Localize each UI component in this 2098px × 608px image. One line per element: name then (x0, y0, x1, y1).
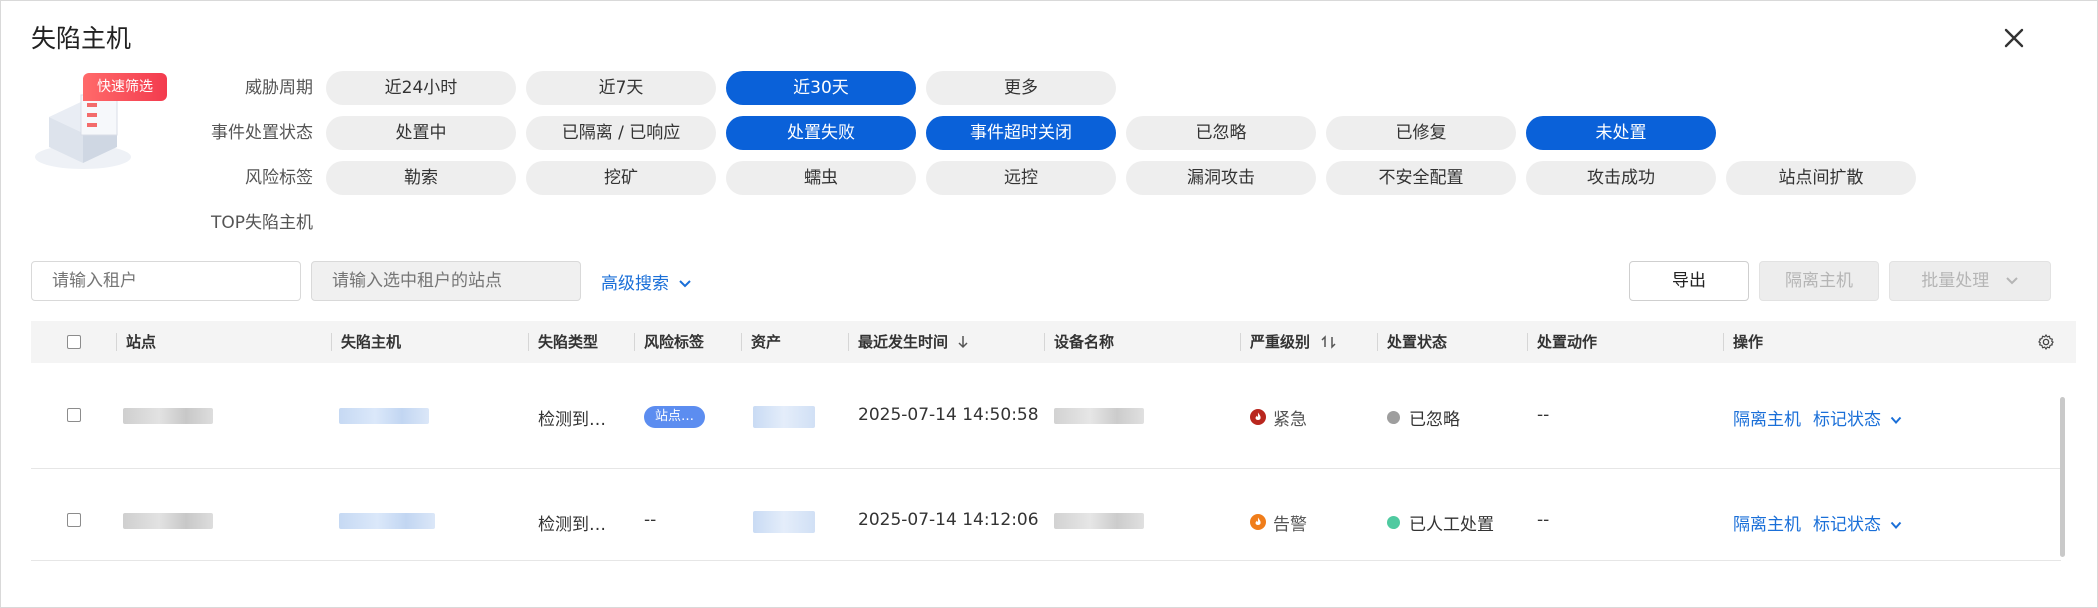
close-icon[interactable] (1999, 23, 2029, 53)
risk-tag-value: -- (644, 510, 657, 530)
filter-label: TOP失陷主机 (210, 213, 313, 233)
status-label: 已人工处置 (1409, 515, 1494, 535)
column-risk-tag[interactable]: 风险标签 (644, 321, 704, 363)
redacted-device-name (1054, 513, 1144, 529)
compromise-type: 检测到… (538, 515, 606, 535)
chevron-down-icon (679, 280, 692, 288)
status-label: 已忽略 (1409, 410, 1460, 430)
filter-option-timeout-closed[interactable]: 事件超时关闭 (926, 116, 1116, 150)
filter-label: 事件处置状态 (211, 123, 313, 143)
chevron-down-icon (1891, 416, 1902, 424)
filter-label: 威胁周期 (245, 78, 313, 98)
table-row[interactable]: 检测到… -- 2025-07-14 14:12:06 告警 已人工处置 -- … (31, 469, 2061, 561)
action-value: -- (1537, 510, 1550, 530)
latest-time: 2025-07-14 14:50:58 (858, 405, 1039, 425)
redacted-host-link[interactable] (339, 408, 429, 424)
tenant-input[interactable] (31, 261, 301, 301)
filter-option-24h[interactable]: 近24小时 (326, 71, 516, 105)
site-input[interactable] (311, 261, 581, 301)
batch-process-label: 批量处理 (1921, 271, 1990, 291)
export-button[interactable]: 导出 (1629, 261, 1749, 301)
severity-label: 告警 (1273, 515, 1307, 535)
isolate-host-link[interactable]: 隔离主机 (1733, 510, 1801, 535)
mark-status-link[interactable]: 标记状态 (1813, 510, 1902, 535)
batch-process-button[interactable]: 批量处理 (1889, 261, 2051, 301)
risk-tag-badge: 站点… (644, 406, 706, 428)
compromise-type: 检测到… (538, 410, 606, 430)
status-dot (1387, 516, 1400, 529)
filter-option-fixed[interactable]: 已修复 (1326, 116, 1516, 150)
sort-desc-icon (958, 336, 968, 349)
redacted-host-link[interactable] (339, 513, 435, 529)
select-all-checkbox[interactable] (67, 335, 81, 349)
fire-icon (1250, 514, 1266, 530)
redacted-site (123, 408, 213, 424)
advanced-search-label: 高级搜索 (601, 274, 669, 294)
isolate-host-link[interactable]: 隔离主机 (1733, 405, 1801, 430)
dialog-title: 失陷主机 (31, 24, 132, 53)
redacted-asset (753, 406, 815, 428)
column-device-name[interactable]: 设备名称 (1054, 321, 1114, 363)
filter-option-unhandled[interactable]: 未处置 (1526, 116, 1716, 150)
column-site[interactable]: 站点 (126, 321, 156, 363)
filter-option-ignored[interactable]: 已忽略 (1126, 116, 1316, 150)
filter-option-30d[interactable]: 近30天 (726, 71, 916, 105)
filter-option-cross-site-spread[interactable]: 站点间扩散 (1726, 161, 1916, 195)
status-dot (1387, 411, 1400, 424)
mark-status-link[interactable]: 标记状态 (1813, 405, 1902, 430)
redacted-site (123, 513, 213, 529)
sort-icon (1321, 335, 1336, 349)
column-latest-time[interactable]: 最近发生时间 (858, 321, 969, 363)
column-type[interactable]: 失陷类型 (538, 321, 598, 363)
filter-option-failed[interactable]: 处置失败 (726, 116, 916, 150)
filter-option-mining[interactable]: 挖矿 (526, 161, 716, 195)
table-row[interactable]: 检测到… 站点… 2025-07-14 14:50:58 紧急 已忽略 -- 隔… (31, 363, 2061, 469)
advanced-search-link[interactable]: 高级搜索 (601, 269, 692, 294)
filter-option-remote-control[interactable]: 远控 (926, 161, 1116, 195)
row-checkbox[interactable] (67, 513, 81, 527)
column-asset[interactable]: 资产 (751, 321, 781, 363)
filter-option-worm[interactable]: 蠕虫 (726, 161, 916, 195)
row-checkbox[interactable] (67, 408, 81, 422)
filter-label: 风险标签 (245, 168, 313, 188)
table-header: 站点 失陷主机 失陷类型 风险标签 资产 最近发生时间 设备名称 严重级别 处置… (31, 321, 2076, 363)
gear-icon[interactable] (2037, 333, 2055, 351)
vertical-scrollbar[interactable] (2060, 397, 2065, 557)
column-host[interactable]: 失陷主机 (341, 321, 401, 363)
chevron-down-icon (1891, 521, 1902, 529)
filter-option-more[interactable]: 更多 (926, 71, 1116, 105)
action-value: -- (1537, 405, 1550, 425)
column-action[interactable]: 处置动作 (1537, 321, 1597, 363)
column-operation[interactable]: 操作 (1733, 321, 1763, 363)
filter-option-attack-success[interactable]: 攻击成功 (1526, 161, 1716, 195)
column-severity[interactable]: 严重级别 (1250, 321, 1337, 363)
filter-option-isolated[interactable]: 已隔离 / 已响应 (526, 116, 716, 150)
isolate-host-button[interactable]: 隔离主机 (1759, 261, 1879, 301)
column-status[interactable]: 处置状态 (1387, 321, 1447, 363)
redacted-asset (753, 511, 815, 533)
fire-icon (1250, 409, 1266, 425)
severity-label: 紧急 (1273, 410, 1307, 430)
filter-option-exploit[interactable]: 漏洞攻击 (1126, 161, 1316, 195)
filter-option-insecure-config[interactable]: 不安全配置 (1326, 161, 1516, 195)
filter-option-in-progress[interactable]: 处置中 (326, 116, 516, 150)
filter-option-7d[interactable]: 近7天 (526, 71, 716, 105)
filter-option-ransomware[interactable]: 勒索 (326, 161, 516, 195)
latest-time: 2025-07-14 14:12:06 (858, 510, 1039, 530)
compromised-host-dialog: 失陷主机 快速筛选 威胁周期 近24小时 近7天 近30天 更多 事件处置状态 … (0, 0, 2098, 608)
redacted-device-name (1054, 408, 1144, 424)
chevron-down-icon (2005, 277, 2018, 285)
